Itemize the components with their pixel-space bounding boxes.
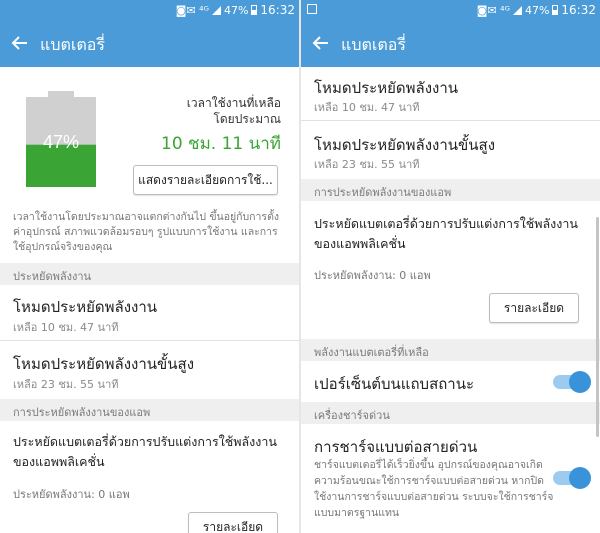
app-power-saved-count: ประหยัดพลังงาน: 0 แอพ [13, 488, 130, 501]
remaining-time: 10 ชม. 11 นาที [161, 134, 281, 154]
left-screen: ◙✉ ⁴ᴳ 47% 16:32 แบตเตอรี่ 47% เวลาใช้งาน… [0, 0, 299, 533]
status-bar: ◙✉ ⁴ᴳ 47% 16:32 [0, 0, 299, 20]
battery-icon [552, 5, 559, 15]
back-arrow-icon[interactable] [10, 33, 30, 53]
status-icons: ◙✉ ⁴ᴳ [175, 3, 209, 17]
show-usage-details-button[interactable]: แสดงรายละเอียดการใช้... [133, 165, 278, 195]
app-power-saving-header: การประหยัดพลังงานของแอพ [0, 399, 299, 421]
gallery-notification-icon [307, 4, 317, 14]
page-title: แบตเตอรี่ [40, 35, 105, 54]
ultra-power-saving-mode-title: โหมดประหยัดพลังงานขั้นสูง [314, 136, 496, 154]
power-saving-mode-sub: เหลือ 10 ชม. 47 นาที [13, 321, 119, 334]
status-time: 16:32 [260, 3, 295, 17]
signal-icon [512, 5, 522, 15]
estimate-label: โดยประมาณ [213, 112, 281, 126]
fast-charger-header: เครื่องชาร์จด่วน [301, 402, 600, 424]
app-details-button[interactable]: รายละเอียด [489, 293, 579, 323]
app-power-saving-header: การประหยัดพลังงานของแอพ [301, 179, 600, 201]
right-screen: ◙✉ ⁴ᴳ 47% 16:32 แบตเตอรี่ โหมดประหยัดพลั… [301, 0, 600, 533]
status-bar: ◙✉ ⁴ᴳ 47% 16:32 [301, 0, 600, 20]
remaining-power-header: พลังงานแบตเตอรี่ที่เหลือ [301, 339, 600, 361]
power-saving-mode-title: โหมดประหยัดพลังงาน [314, 79, 459, 97]
fast-cable-charging-desc: ชาร์จแบตเตอรี่ได้เร็วยิ่งขึ้น อุปกรณ์ของ… [314, 459, 554, 519]
status-icons: ◙✉ ⁴ᴳ [476, 3, 510, 17]
fast-cable-charging-toggle[interactable] [553, 467, 591, 489]
fast-cable-charging-title: การชาร์จแบบต่อสายด่วน [314, 438, 478, 456]
ultra-power-saving-mode-sub: เหลือ 23 ชม. 55 นาที [314, 158, 420, 171]
toggle-knob [569, 371, 591, 393]
power-saving-mode-title: โหมดประหยัดพลังงาน [13, 298, 158, 316]
divider [301, 120, 600, 121]
app-details-button[interactable]: รายละเอียด [188, 512, 278, 533]
divider [0, 340, 299, 341]
ultra-power-saving-mode-sub: เหลือ 23 ชม. 55 นาที [13, 378, 119, 391]
back-arrow-icon[interactable] [311, 33, 331, 53]
battery-content: 47% เวลาใช้งานที่เหลือ โดยประมาณ 10 ชม. … [0, 67, 299, 533]
battery-percent-label: 47% [43, 132, 79, 152]
battery-percent-status: 47% [223, 3, 249, 17]
battery-icon [251, 5, 258, 15]
status-time: 16:32 [561, 3, 596, 17]
app-power-saving-desc: ประหยัดแบตเตอรี่ด้วยการปรับแต่งการใช้พลั… [13, 434, 277, 469]
battery-graphic: 47% [26, 91, 96, 187]
signal-icon [211, 5, 221, 15]
page-title: แบตเตอรี่ [341, 35, 406, 54]
percent-status-bar-title: เปอร์เซ็นต์บนแถบสถานะ [314, 375, 475, 393]
app-bar: แบตเตอรี่ [301, 20, 600, 67]
app-bar: แบตเตอรี่ [0, 20, 299, 67]
ultra-power-saving-mode-title: โหมดประหยัดพลังงานขั้นสูง [13, 355, 195, 373]
battery-percent-status: 47% [524, 3, 550, 17]
scrollbar[interactable] [596, 217, 599, 437]
power-saving-header: ประหยัดพลังงาน [0, 263, 299, 285]
toggle-knob [569, 467, 591, 489]
app-power-saving-desc: ประหยัดแบตเตอรี่ด้วยการปรับแต่งการใช้พลั… [314, 216, 578, 251]
estimate-note: เวลาใช้งานโดยประมาณอาจแตกต่างกันไป ขึ้นอ… [13, 211, 280, 253]
power-saving-mode-sub: เหลือ 10 ชม. 47 นาที [314, 101, 420, 114]
battery-settings-list: โหมดประหยัดพลังงาน เหลือ 10 ชม. 47 นาที … [301, 67, 600, 533]
percent-status-bar-toggle[interactable] [553, 371, 591, 393]
app-power-saved-count: ประหยัดพลังงาน: 0 แอพ [314, 269, 431, 282]
